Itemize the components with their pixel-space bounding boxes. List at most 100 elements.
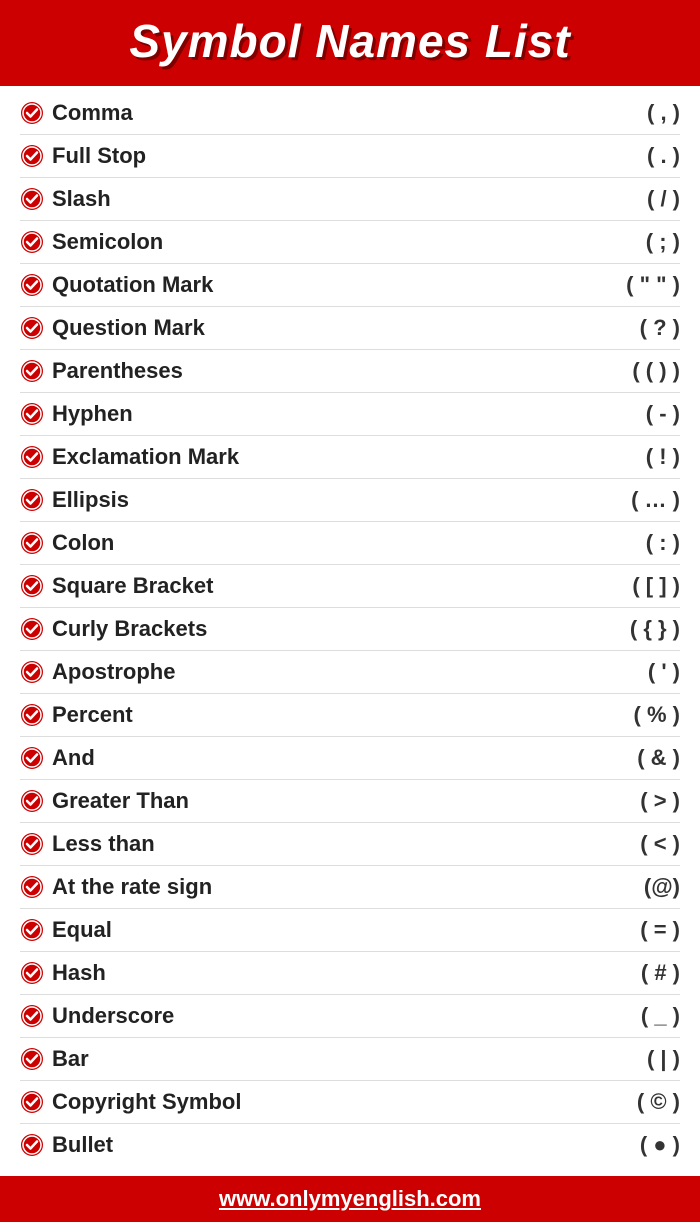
symbol-left: Exclamation Mark (20, 444, 239, 470)
symbol-name-label: Parentheses (52, 358, 183, 384)
check-circle-icon (20, 1004, 44, 1028)
symbol-name-label: Equal (52, 917, 112, 943)
symbol-name-label: Exclamation Mark (52, 444, 239, 470)
symbol-left: Bullet (20, 1132, 113, 1158)
symbol-value-label: ( ! ) (560, 444, 680, 470)
symbol-row: Quotation Mark ( " " ) (20, 264, 680, 307)
check-circle-icon (20, 488, 44, 512)
symbol-row: Colon( : ) (20, 522, 680, 565)
symbol-name-label: Curly Brackets (52, 616, 207, 642)
check-circle-icon (20, 875, 44, 899)
symbol-name-label: Colon (52, 530, 114, 556)
symbol-row: And ( & ) (20, 737, 680, 780)
symbol-name-label: Full Stop (52, 143, 146, 169)
check-circle-icon (20, 316, 44, 340)
check-circle-icon (20, 789, 44, 813)
symbol-left: Question Mark (20, 315, 205, 341)
symbol-name-label: Semicolon (52, 229, 163, 255)
symbol-value-label: ( % ) (560, 702, 680, 728)
symbol-row: Apostrophe( ' ) (20, 651, 680, 694)
symbol-left: Curly Brackets (20, 616, 207, 642)
symbol-name-label: Square Bracket (52, 573, 213, 599)
symbol-name-label: Bullet (52, 1132, 113, 1158)
symbol-value-label: ( © ) (560, 1089, 680, 1115)
symbol-row: Hyphen( - ) (20, 393, 680, 436)
symbol-left: At the rate sign (20, 874, 212, 900)
symbol-name-label: Apostrophe (52, 659, 175, 685)
symbol-name-label: Copyright Symbol (52, 1089, 241, 1115)
symbol-name-label: Ellipsis (52, 487, 129, 513)
symbol-left: Parentheses (20, 358, 183, 384)
symbol-value-label: ( < ) (560, 831, 680, 857)
check-circle-icon (20, 746, 44, 770)
check-circle-icon (20, 230, 44, 254)
website-link[interactable]: www.onlymyenglish.com (219, 1186, 481, 1211)
symbol-left: Greater Than (20, 788, 189, 814)
symbol-value-label: ( ( ) ) (560, 358, 680, 384)
symbol-row: Ellipsis( … ) (20, 479, 680, 522)
symbol-left: Copyright Symbol (20, 1089, 241, 1115)
symbol-value-label: ( { } ) (560, 616, 680, 642)
symbol-left: Square Bracket (20, 573, 213, 599)
symbol-value-label: ( ? ) (560, 315, 680, 341)
symbol-row: Square Bracket( [ ] ) (20, 565, 680, 608)
symbol-value-label: ( & ) (560, 745, 680, 771)
check-circle-icon (20, 617, 44, 641)
symbol-value-label: ( - ) (560, 401, 680, 427)
symbol-row: Underscore( _ ) (20, 995, 680, 1038)
check-circle-icon (20, 531, 44, 555)
check-circle-icon (20, 574, 44, 598)
check-circle-icon (20, 144, 44, 168)
symbol-left: Full Stop (20, 143, 146, 169)
symbol-left: And (20, 745, 95, 771)
check-circle-icon (20, 187, 44, 211)
symbol-left: Slash (20, 186, 111, 212)
symbol-row: Percent ( % ) (20, 694, 680, 737)
page-header: Symbol Names List (0, 0, 700, 82)
check-circle-icon (20, 1047, 44, 1071)
check-circle-icon (20, 273, 44, 297)
symbol-value-label: ( " " ) (560, 272, 680, 298)
page-footer[interactable]: www.onlymyenglish.com (0, 1176, 700, 1222)
check-circle-icon (20, 101, 44, 125)
symbol-left: Apostrophe (20, 659, 175, 685)
symbol-name-label: Hash (52, 960, 106, 986)
symbol-name-label: Percent (52, 702, 133, 728)
symbol-row: Slash ( / ) (20, 178, 680, 221)
check-circle-icon (20, 402, 44, 426)
symbol-row: Greater Than ( > ) (20, 780, 680, 823)
symbol-row: Curly Brackets ( { } ) (20, 608, 680, 651)
symbol-value-label: ( . ) (560, 143, 680, 169)
symbol-value-label: ( ; ) (560, 229, 680, 255)
symbol-name-label: And (52, 745, 95, 771)
symbol-value-label: ( _ ) (560, 1003, 680, 1029)
symbol-row: Comma( , ) (20, 92, 680, 135)
page-title: Symbol Names List (20, 14, 680, 68)
symbol-left: Semicolon (20, 229, 163, 255)
check-circle-icon (20, 703, 44, 727)
symbol-row: Equal( = ) (20, 909, 680, 952)
symbol-left: Less than (20, 831, 155, 857)
check-circle-icon (20, 359, 44, 383)
symbol-value-label: ( / ) (560, 186, 680, 212)
symbol-row: Full Stop ( . ) (20, 135, 680, 178)
symbol-name-label: At the rate sign (52, 874, 212, 900)
symbol-row: Exclamation Mark ( ! ) (20, 436, 680, 479)
symbol-row: Copyright Symbol ( © ) (20, 1081, 680, 1124)
symbol-row: Bullet( ● ) (20, 1124, 680, 1166)
symbol-left: Equal (20, 917, 112, 943)
symbol-name-label: Question Mark (52, 315, 205, 341)
symbol-name-label: Less than (52, 831, 155, 857)
symbol-name-label: Quotation Mark (52, 272, 213, 298)
symbol-value-label: ( > ) (560, 788, 680, 814)
check-circle-icon (20, 961, 44, 985)
symbol-row: At the rate sign(@) (20, 866, 680, 909)
symbol-left: Colon (20, 530, 114, 556)
symbol-row: Bar( | ) (20, 1038, 680, 1081)
symbol-row: Less than ( < ) (20, 823, 680, 866)
symbol-left: Comma (20, 100, 133, 126)
symbol-left: Hash (20, 960, 106, 986)
check-circle-icon (20, 660, 44, 684)
symbol-left: Percent (20, 702, 133, 728)
symbol-row: Semicolon ( ; ) (20, 221, 680, 264)
